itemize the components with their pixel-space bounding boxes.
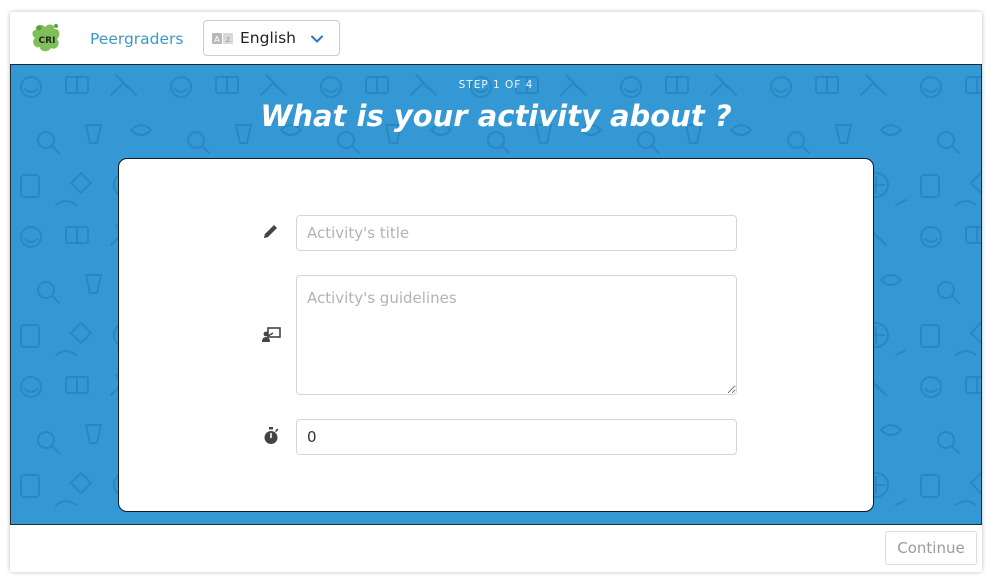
chevron-down-icon	[311, 35, 323, 43]
bottom-bar: Continue	[10, 525, 982, 572]
hero-section: STEP 1 OF 4 What is your activity about …	[10, 64, 982, 525]
activity-duration-input[interactable]	[296, 419, 737, 455]
app-window: CRI Peergraders A z English STEP 1 OF 4 …	[10, 12, 982, 572]
logo-text: CRI	[39, 36, 56, 46]
activity-title-input[interactable]	[296, 215, 737, 251]
presentation-icon	[262, 327, 281, 342]
activity-form-card	[118, 158, 874, 512]
language-icon: A z	[212, 33, 233, 44]
pencil-icon	[264, 225, 277, 238]
brand-link[interactable]: Peergraders	[90, 30, 184, 48]
activity-guidelines-textarea[interactable]	[296, 275, 737, 395]
cri-logo[interactable]: CRI	[30, 22, 64, 54]
top-navbar: CRI Peergraders A z English	[10, 12, 982, 64]
language-label: English	[240, 29, 296, 47]
continue-button[interactable]: Continue	[885, 531, 977, 565]
stopwatch-icon	[264, 427, 279, 444]
step-indicator: STEP 1 OF 4	[458, 79, 534, 91]
svg-text:z: z	[226, 35, 230, 44]
svg-text:A: A	[214, 35, 220, 44]
page-title: What is your activity about ?	[260, 99, 732, 133]
language-select[interactable]: A z English	[203, 20, 340, 56]
